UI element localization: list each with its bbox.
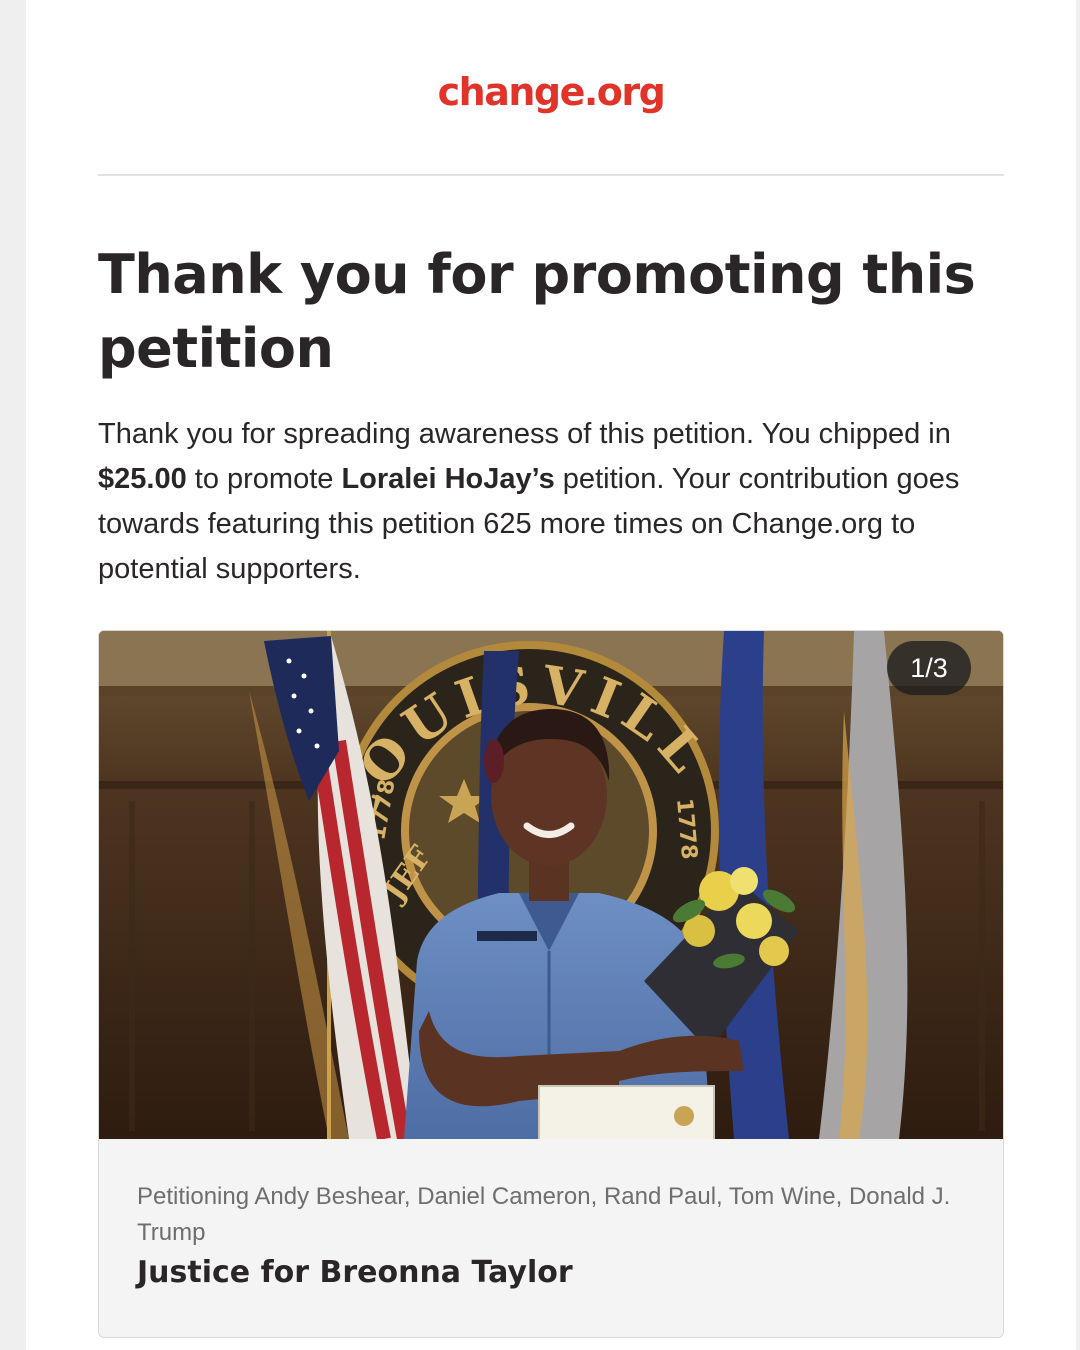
petition-targets: Petitioning Andy Beshear, Daniel Cameron… <box>137 1183 951 1246</box>
email-page: change.org Thank you for promoting this … <box>26 0 1076 1350</box>
image-counter[interactable]: 1/3 <box>887 641 971 695</box>
message-intro: Thank you for spreading awareness of thi… <box>98 418 951 450</box>
thank-you-message: Thank you for spreading awareness of thi… <box>98 412 1008 592</box>
header-divider <box>98 174 1004 176</box>
page-title: Thank you for promoting this petition <box>98 243 976 380</box>
contribution-amount: $25.00 <box>98 463 187 495</box>
seal-year-right: 1778 <box>671 797 701 860</box>
change-org-logo[interactable]: change.org <box>26 70 1076 114</box>
petition-photo[interactable]: LOUISVILLE 1778 1778 JEF <box>99 631 1003 1139</box>
message-mid: to promote <box>186 463 342 495</box>
petition-card[interactable]: LOUISVILLE 1778 1778 JEF <box>98 630 1004 1338</box>
petition-info[interactable]: Petitioning Andy Beshear, Daniel Cameron… <box>99 1139 1003 1337</box>
petition-starter-name: Loralei HoJay’s <box>341 463 555 495</box>
petition-title[interactable]: Justice for Breonna Taylor <box>137 1253 967 1293</box>
petition-photo-image: LOUISVILLE 1778 1778 JEF <box>99 631 1003 1139</box>
